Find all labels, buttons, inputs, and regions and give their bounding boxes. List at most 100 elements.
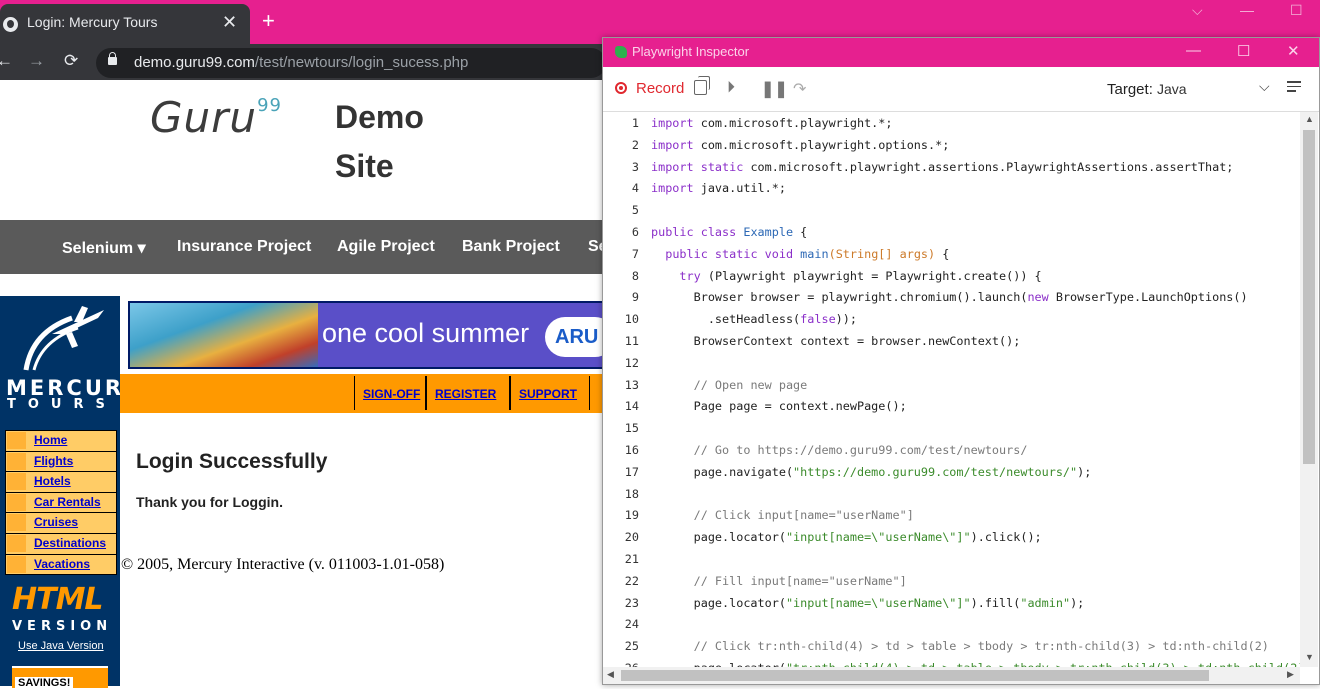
code-line[interactable]: 16 // Go to https://demo.guru99.com/test… — [603, 443, 1300, 465]
minimize-icon[interactable]: — — [1240, 2, 1254, 18]
code-line[interactable]: 7 public static void main(String[] args)… — [603, 247, 1300, 269]
code-line[interactable]: 25 // Click tr:nth-child(4) > td > table… — [603, 639, 1300, 661]
code-line[interactable]: 18 — [603, 487, 1300, 509]
chevron-down-icon[interactable]: ⌵ — [1259, 78, 1270, 95]
minimize-icon[interactable]: — — [1186, 42, 1201, 59]
menu-item-hotels: Hotels — [6, 472, 116, 492]
inspector-toolbar: Record ⏵ ❚❚ ↷ Target: Java ⌵ — [603, 67, 1319, 112]
code-line[interactable]: 20 page.locator("input[name=\"userName\"… — [603, 530, 1300, 552]
line-number: 7 — [631, 246, 639, 261]
line-number: 20 — [624, 530, 639, 545]
code-line[interactable]: 17 page.navigate("https://demo.guru99.co… — [603, 465, 1300, 487]
code-line[interactable]: 8 try (Playwright playwright = Playwrigh… — [603, 269, 1300, 291]
line-number: 2 — [631, 137, 639, 152]
tab-close-icon[interactable]: ✕ — [222, 12, 237, 33]
menu-link-vacations[interactable]: Vacations — [34, 557, 90, 571]
copy-icon[interactable] — [694, 76, 710, 95]
code-line[interactable]: 5 — [603, 203, 1300, 225]
code-text: try (Playwright playwright = Playwright.… — [679, 268, 1042, 283]
sign-off-link[interactable]: SIGN-OFF — [363, 387, 420, 401]
menu-link-flights[interactable]: Flights — [34, 454, 73, 468]
code-text: page.locator("input[name=\"userName\"]")… — [651, 595, 1085, 610]
code-text: // Click input[name="userName"] — [693, 508, 914, 523]
line-number: 6 — [631, 225, 639, 239]
promo-banner[interactable]: one cool summer ARU — [128, 301, 604, 369]
code-line[interactable]: 3 import static com.microsoft.playwright.… — [603, 160, 1300, 182]
java-version-link[interactable]: Use Java Version — [18, 640, 104, 652]
line-number: 1 — [631, 116, 639, 130]
code-line[interactable]: 6 public class Example { — [603, 225, 1300, 247]
line-number: 17 — [624, 464, 639, 479]
code-line[interactable]: 21 — [603, 552, 1300, 574]
target-select[interactable]: Java — [1157, 81, 1187, 97]
line-number: 15 — [624, 421, 639, 436]
html-version-badge: HTML — [12, 582, 104, 617]
nav-selenium[interactable]: Selenium ▾ — [62, 238, 146, 258]
scroll-down-icon[interactable]: ▼ — [1305, 652, 1314, 662]
code-line[interactable]: 24 — [603, 617, 1300, 639]
maximize-icon[interactable]: ☐ — [1237, 42, 1250, 60]
signoff-cell: SIGN-OFF — [354, 376, 426, 410]
menu-link-home[interactable]: Home — [34, 433, 67, 447]
code-editor[interactable]: 1 import com.microsoft.playwright.*; 2 impo… — [603, 112, 1300, 667]
record-button[interactable]: Record — [636, 80, 684, 97]
code-line[interactable]: 10 .setHeadless(false)); — [603, 312, 1300, 334]
line-number: 23 — [624, 595, 639, 610]
forward-icon[interactable]: → — [28, 51, 45, 71]
inspector-title: Playwright Inspector — [632, 44, 750, 59]
resume-icon[interactable]: ⏵ — [727, 79, 735, 97]
lock-icon — [108, 52, 117, 65]
menu-link-hotels[interactable]: Hotels — [34, 474, 71, 488]
code-line[interactable]: 12 — [603, 356, 1300, 378]
guru99-logo[interactable]: Guru99 — [150, 93, 282, 142]
code-text: .setHeadless(false)); — [651, 312, 857, 327]
support-link[interactable]: SUPPORT — [519, 387, 577, 401]
nav-insurance-project[interactable]: Insurance Project — [177, 238, 311, 256]
new-tab-icon[interactable]: + — [262, 8, 275, 34]
wrap-lines-icon[interactable] — [1287, 81, 1301, 93]
horizontal-scroll-thumb[interactable] — [621, 670, 1209, 681]
nav-agile-project[interactable]: Agile Project — [337, 238, 435, 256]
url-field[interactable]: demo.guru99.com/test/newtours/login_suce… — [96, 48, 606, 78]
register-link[interactable]: REGISTER — [435, 387, 496, 401]
code-line[interactable]: 23 page.locator("input[name=\"userName\"… — [603, 596, 1300, 618]
code-line[interactable]: 19 // Click input[name="userName"] — [603, 508, 1300, 530]
close-icon[interactable]: ✕ — [1287, 42, 1300, 60]
vertical-scroll-thumb[interactable] — [1303, 130, 1315, 464]
mercury-sidebar: MERCURY TOURS Home Flights Hotels Car Re… — [0, 296, 138, 689]
code-text: page.navigate("https://demo.guru99.com/t… — [651, 464, 1092, 479]
tours-brand: TOURS — [7, 397, 117, 412]
step-over-icon[interactable]: ↷ — [793, 79, 806, 99]
code-line[interactable]: 4 import java.util.*; — [603, 181, 1300, 203]
code-text: BrowserContext context = browser.newCont… — [651, 334, 1021, 348]
scroll-right-icon[interactable]: ▶ — [1287, 669, 1294, 680]
code-line[interactable]: 15 — [603, 421, 1300, 443]
maximize-icon[interactable]: ☐ — [1290, 2, 1303, 19]
line-number: 18 — [624, 486, 639, 501]
line-number: 22 — [624, 573, 639, 588]
vertical-scrollbar[interactable]: ▲ ▼ — [1300, 112, 1318, 667]
code-line[interactable]: 11 BrowserContext context = browser.newC… — [603, 334, 1300, 356]
code-line[interactable]: 9 Browser browser = playwright.chromium(… — [603, 290, 1300, 312]
scroll-left-icon[interactable]: ◀ — [607, 669, 614, 680]
chevron-down-icon[interactable]: ⌵ — [1192, 2, 1203, 19]
code-line[interactable]: 22 // Fill input[name="userName"] — [603, 574, 1300, 596]
browser-tab[interactable]: Login: Mercury Tours ✕ — [0, 4, 250, 44]
code-line[interactable]: 2 import com.microsoft.playwright.options… — [603, 138, 1300, 160]
code-line[interactable]: 13 // Open new page — [603, 378, 1300, 400]
inspector-titlebar: Playwright Inspector — ☐ ✕ — [603, 38, 1319, 67]
code-line[interactable]: 1 import com.microsoft.playwright.*; — [603, 116, 1300, 138]
code-text: // Go to https://demo.guru99.com/test/ne… — [693, 443, 1028, 457]
code-text: Browser browser = playwright.chromium().… — [651, 290, 1248, 305]
menu-link-destinations[interactable]: Destinations — [34, 536, 106, 550]
menu-link-cruises[interactable]: Cruises — [34, 515, 78, 529]
record-icon[interactable] — [615, 82, 627, 94]
pause-icon[interactable]: ❚❚ — [761, 79, 788, 99]
code-line[interactable]: 14 Page page = context.newPage(); — [603, 399, 1300, 421]
horizontal-scrollbar[interactable]: ◀ ▶ — [603, 667, 1300, 684]
reload-icon[interactable]: ⟳ — [64, 51, 78, 71]
menu-link-car-rentals[interactable]: Car Rentals — [34, 495, 101, 509]
scroll-up-icon[interactable]: ▲ — [1305, 114, 1314, 124]
nav-bank-project[interactable]: Bank Project — [462, 238, 560, 256]
back-icon[interactable]: ← — [0, 51, 13, 71]
